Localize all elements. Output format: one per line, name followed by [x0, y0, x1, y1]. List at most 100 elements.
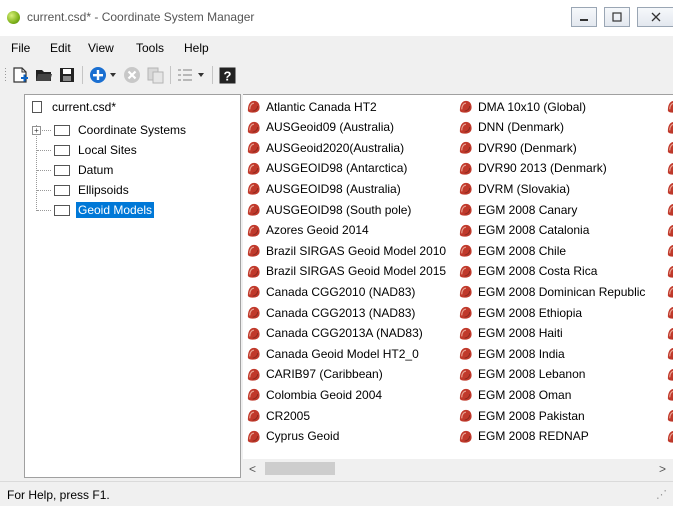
geoid-list-item[interactable]: DVR90 (Denmark)	[458, 138, 577, 157]
tree-root[interactable]: current.csd*	[32, 98, 118, 116]
geoid-list-item[interactable]: DVR90 2013 (Denmark)	[458, 159, 607, 178]
maximize-button[interactable]	[604, 7, 630, 27]
geoid-list-item[interactable]: Cyprus Geoid	[246, 427, 339, 446]
add-dropdown-button[interactable]	[108, 66, 118, 84]
geoid-list-item[interactable]: EGM 2008 Canary	[458, 200, 577, 219]
geoid-list-item-partial[interactable]	[666, 344, 673, 363]
menu-view[interactable]: View	[88, 41, 114, 55]
geoid-list-item[interactable]: EGM 2008 Catalonia	[458, 221, 589, 240]
geoid-list-item[interactable]: Canada CGG2013 (NAD83)	[246, 303, 415, 322]
geoid-list-item[interactable]: EGM 2008 Haiti	[458, 324, 563, 343]
geoid-list-item-partial[interactable]	[666, 221, 673, 240]
add-button[interactable]	[88, 66, 108, 84]
geoid-model-icon	[247, 162, 260, 175]
geoid-list-item[interactable]: EGM 2008 Ethiopia	[458, 303, 582, 322]
geoid-list-item-partial[interactable]	[666, 427, 673, 446]
geoid-list-item[interactable]: AUSGeoid2020(Australia)	[246, 138, 404, 157]
geoid-list-item-label: EGM 2008 Chile	[478, 243, 567, 258]
scroll-left-button[interactable]: <	[249, 462, 256, 476]
geoid-list-item-partial[interactable]	[666, 365, 673, 384]
geoid-list-item[interactable]: EGM 2008 Dominican Republic	[458, 282, 645, 301]
geoid-list-item[interactable]: DVRM (Slovakia)	[458, 179, 570, 198]
geoid-list-item[interactable]: Canada CGG2010 (NAD83)	[246, 282, 415, 301]
add-icon	[90, 67, 106, 83]
geoid-model-icon	[667, 430, 673, 443]
menu-edit[interactable]: Edit	[50, 41, 71, 55]
geoid-list-item-partial[interactable]	[666, 241, 673, 260]
geoid-model-icon	[667, 224, 673, 237]
tree-item-ellipsoids[interactable]: Ellipsoids	[54, 181, 131, 199]
geoid-list-item-label: EGM 2008 Lebanon	[478, 367, 586, 382]
close-button[interactable]	[637, 7, 673, 27]
menu-file[interactable]: File	[11, 41, 30, 55]
geoid-list-item[interactable]: EGM 2008 Chile	[458, 241, 566, 260]
geoid-list-item-label: AUSGeoid2020(Australia)	[266, 140, 405, 155]
geoid-list-item[interactable]: Colombia Geoid 2004	[246, 385, 382, 404]
geoid-list-item[interactable]: DMA 10x10 (Global)	[458, 97, 586, 116]
geoid-list-item-partial[interactable]	[666, 324, 673, 343]
geoid-list-item-partial[interactable]	[666, 282, 673, 301]
geoid-model-icon	[667, 327, 673, 340]
geoid-list-item[interactable]: EGM 2008 Oman	[458, 385, 571, 404]
geoid-list-item[interactable]: AUSGEOID98 (South pole)	[246, 200, 411, 219]
geoid-list-item-partial[interactable]	[666, 97, 673, 116]
geoid-list-item[interactable]: EGM 2008 India	[458, 344, 565, 363]
geoid-list-item[interactable]: Canada CGG2013A (NAD83)	[246, 324, 423, 343]
geoid-list-item-partial[interactable]	[666, 118, 673, 137]
geoid-list-item-partial[interactable]	[666, 406, 673, 425]
geoid-list-item-partial[interactable]	[666, 200, 673, 219]
new-file-button[interactable]	[10, 66, 30, 84]
open-button[interactable]	[34, 66, 54, 84]
tree-item-coordinate-systems[interactable]: Coordinate Systems	[54, 121, 188, 139]
geoid-list-item-partial[interactable]	[666, 179, 673, 198]
properties-dropdown-button[interactable]	[196, 66, 206, 84]
geoid-list-item[interactable]: EGM 2008 Pakistan	[458, 406, 585, 425]
tree-connector	[37, 210, 51, 211]
scroll-thumb[interactable]	[265, 462, 335, 475]
geoid-list-item[interactable]: Brazil SIRGAS Geoid Model 2010	[246, 241, 446, 260]
tree-item-geoid-models[interactable]: Geoid Models	[54, 201, 155, 219]
tree-item-local-sites[interactable]: Local Sites	[54, 141, 139, 159]
geoid-model-icon	[459, 286, 472, 298]
geoid-list-item[interactable]: AUSGeoid09 (Australia)	[246, 118, 394, 137]
menu-help[interactable]: Help	[184, 41, 209, 55]
geoid-list-item[interactable]: EGM 2008 REDNAP	[458, 427, 589, 446]
menu-tools[interactable]: Tools	[136, 41, 164, 55]
geoid-list-item[interactable]: CARIB97 (Caribbean)	[246, 365, 383, 384]
geoid-model-icon	[247, 224, 260, 237]
geoid-list-item-partial[interactable]	[666, 262, 673, 281]
help-icon: ?	[219, 67, 235, 83]
geoid-list-item[interactable]: AUSGEOID98 (Antarctica)	[246, 159, 407, 178]
copy-button[interactable]	[145, 66, 165, 84]
geoid-list-item[interactable]: CR2005	[246, 406, 310, 425]
delete-button[interactable]	[122, 66, 142, 84]
geoid-list-item[interactable]: Azores Geoid 2014	[246, 221, 369, 240]
help-button[interactable]: ?	[218, 66, 236, 84]
geoid-model-icon	[667, 100, 673, 113]
geoid-list-item-partial[interactable]	[666, 303, 673, 322]
geoid-list-item[interactable]: Atlantic Canada HT2	[246, 97, 377, 116]
toolbar-grip[interactable]	[4, 66, 7, 84]
resize-grip[interactable]: ⋰	[656, 488, 667, 501]
horizontal-scrollbar[interactable]: < >	[243, 459, 673, 478]
save-button[interactable]	[57, 66, 77, 84]
status-text: For Help, press F1.	[7, 488, 110, 502]
minimize-button[interactable]	[571, 7, 597, 27]
save-icon	[60, 68, 74, 82]
geoid-list-item[interactable]: Canada Geoid Model HT2_0	[246, 344, 419, 363]
geoid-list-item-partial[interactable]	[666, 385, 673, 404]
geoid-model-icon	[459, 265, 472, 278]
geoid-list-item[interactable]: EGM 2008 Lebanon	[458, 365, 585, 384]
expand-coordinate-systems-button[interactable]: +	[32, 126, 41, 135]
scroll-right-button[interactable]: >	[659, 462, 666, 476]
geoid-list-item[interactable]: Brazil SIRGAS Geoid Model 2015	[246, 262, 446, 281]
geoid-list-item[interactable]: AUSGEOID98 (Australia)	[246, 179, 401, 198]
geoid-model-icon	[459, 348, 472, 360]
properties-button[interactable]	[175, 66, 195, 84]
geoid-list-item-partial[interactable]	[666, 138, 673, 157]
geoid-list-item-partial[interactable]	[666, 159, 673, 178]
geoid-list-item[interactable]: EGM 2008 Costa Rica	[458, 262, 597, 281]
tree-item-datum[interactable]: Datum	[54, 161, 115, 179]
geoid-list-item-label: DMA 10x10 (Global)	[478, 99, 587, 114]
geoid-list-item[interactable]: DNN (Denmark)	[458, 118, 564, 137]
